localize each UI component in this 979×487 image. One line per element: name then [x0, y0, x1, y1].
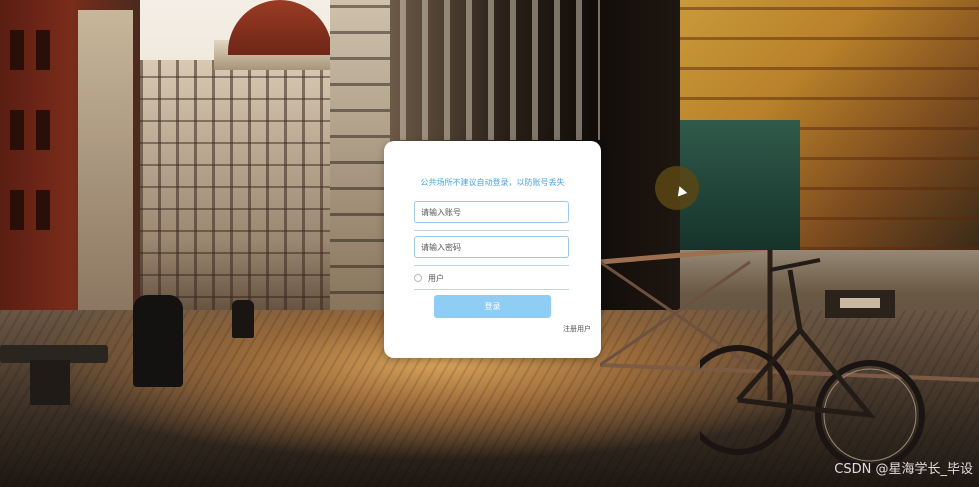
- login-tip: 公共场所不建议自动登录，以防账号丢失: [420, 178, 565, 187]
- bollard-small: [232, 300, 254, 338]
- bicycle: [700, 258, 925, 470]
- role-option[interactable]: 用户: [414, 271, 444, 285]
- bell-tower: [330, 0, 390, 320]
- password-input[interactable]: [414, 236, 569, 258]
- register-link[interactable]: 注册用户: [563, 324, 591, 334]
- divider: [414, 289, 569, 290]
- login-button[interactable]: 登录: [434, 295, 551, 318]
- divider: [414, 230, 569, 231]
- role-label: 用户: [428, 273, 444, 283]
- bench-leg: [30, 360, 70, 405]
- beige-building: [78, 10, 133, 320]
- divider: [414, 265, 569, 266]
- bollard: [133, 295, 183, 387]
- watermark: CSDN @星海学长_毕设: [834, 462, 973, 477]
- login-card: 公共场所不建议自动登录，以防账号丢失 用户 登录 注册用户: [384, 141, 601, 358]
- username-input[interactable]: [414, 201, 569, 223]
- role-radio[interactable]: [414, 274, 422, 282]
- striped-facade: [400, 0, 600, 140]
